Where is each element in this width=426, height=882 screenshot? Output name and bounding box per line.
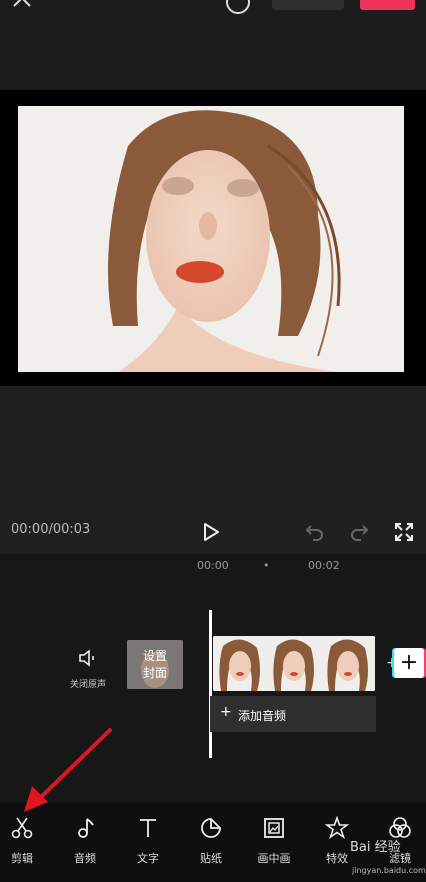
export-button[interactable] bbox=[360, 0, 415, 10]
ruler-tick-0: 00:00 bbox=[197, 559, 229, 572]
close-icon[interactable] bbox=[10, 0, 34, 10]
play-icon[interactable] bbox=[202, 522, 220, 542]
text-icon bbox=[140, 819, 156, 837]
video-clip[interactable] bbox=[213, 636, 375, 691]
tool-sticker[interactable]: 贴纸 bbox=[181, 816, 241, 866]
add-clip-button[interactable]: + bbox=[394, 648, 424, 678]
mute-original-audio-button[interactable]: 关闭原声 bbox=[62, 648, 114, 690]
mute-label: 关闭原声 bbox=[69, 680, 106, 690]
playhead[interactable] bbox=[209, 610, 212, 758]
help-icon[interactable] bbox=[226, 0, 250, 14]
clip-frame bbox=[321, 636, 375, 691]
set-cover-button[interactable]: 设置 封面 bbox=[127, 640, 183, 689]
add-audio-button[interactable]: + 添加音频 bbox=[210, 696, 376, 732]
clip-frame bbox=[267, 636, 321, 691]
resolution-button[interactable] bbox=[272, 0, 344, 10]
preview-frame-image bbox=[18, 106, 404, 372]
fullscreen-icon[interactable] bbox=[394, 522, 414, 542]
tool-audio[interactable]: 音频 bbox=[55, 816, 115, 866]
cover-label: 设置 封面 bbox=[142, 649, 167, 680]
sticker-icon bbox=[201, 818, 221, 838]
add-clip-plus: + bbox=[399, 650, 419, 675]
add-audio-plus: + bbox=[220, 704, 232, 720]
scissors-icon bbox=[11, 817, 33, 839]
ruler-tick-2: 00:02 bbox=[308, 559, 340, 572]
add-audio-label: 添加音频 bbox=[238, 709, 287, 723]
tool-pip[interactable]: 画中画 bbox=[244, 816, 304, 866]
top-bar bbox=[0, 0, 426, 90]
tool-edit[interactable]: 剪辑 bbox=[0, 816, 52, 866]
music-note-icon bbox=[78, 818, 94, 838]
clip-frame bbox=[213, 636, 267, 691]
speaker-icon bbox=[79, 649, 94, 667]
picture-in-picture-icon bbox=[264, 818, 284, 838]
watermark: Bai 经验 bbox=[350, 840, 401, 855]
redo-icon[interactable] bbox=[349, 522, 369, 542]
ruler-dot: • bbox=[263, 559, 270, 572]
effects-icon bbox=[324, 815, 350, 840]
watermark-url: jingyan.baidu.com bbox=[352, 866, 426, 875]
undo-icon[interactable] bbox=[305, 522, 325, 542]
tool-text[interactable]: 文字 bbox=[118, 816, 178, 866]
playback-time: 00:00/00:03 bbox=[11, 522, 91, 537]
